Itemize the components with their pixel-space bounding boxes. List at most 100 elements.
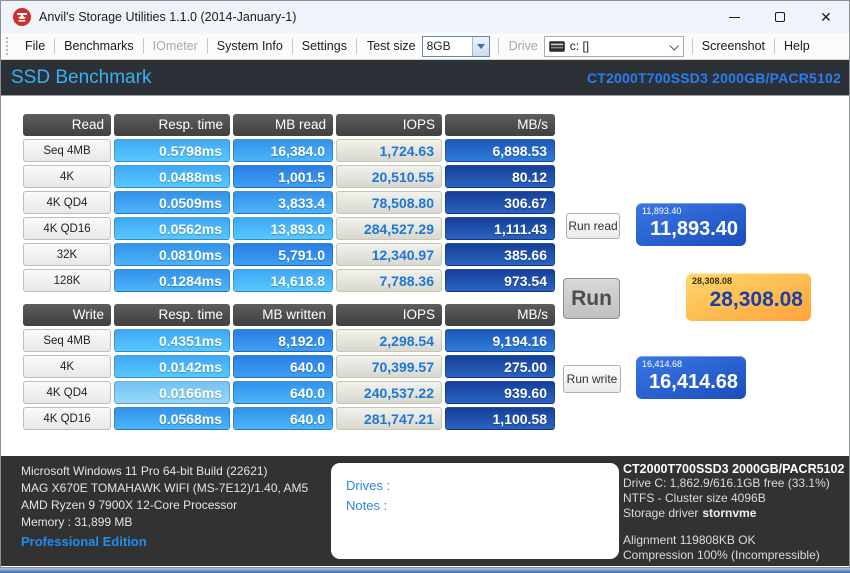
close-button[interactable]: ✕ xyxy=(803,1,849,33)
row-label-cell: 4K QD16 xyxy=(23,407,111,430)
window-title: Anvil's Storage Utilities 1.1.0 (2014-Ja… xyxy=(39,10,296,24)
mb-cell: 13,893.0 xyxy=(233,217,333,240)
resp-time-cell: 0.0509ms xyxy=(114,191,230,214)
mbs-cell: 306.67 xyxy=(445,191,555,214)
column-header: Write xyxy=(23,304,111,326)
chevron-down-icon xyxy=(477,44,485,49)
column-header: IOPS xyxy=(336,304,442,326)
device-info-title: CT2000T700SSD3 2000GB/PACR5102 xyxy=(623,462,847,476)
resp-time-cell: 0.1284ms xyxy=(114,269,230,292)
mb-cell: 640.0 xyxy=(233,355,333,378)
iops-cell: 7,788.36 xyxy=(336,269,442,292)
benchmark-row: Seq 4MB0.4351ms8,192.02,298.549,194.16 xyxy=(23,329,555,352)
drive-capacity-line: Drive C: 1,862.9/616.1GB free (33.1%) xyxy=(623,476,847,491)
taskbar-sliver xyxy=(0,568,850,573)
menu-bar: File Benchmarks IOmeter System Info Sett… xyxy=(1,33,849,60)
system-info-block: Microsoft Windows 11 Pro 64-bit Build (2… xyxy=(21,463,308,531)
benchmark-row: 128K0.1284ms14,618.87,788.36973.54 xyxy=(23,269,555,292)
benchmark-row: 4K QD40.0166ms640.0240,537.22939.60 xyxy=(23,381,555,404)
iops-cell: 284,527.29 xyxy=(336,217,442,240)
iops-cell: 1,724.63 xyxy=(336,139,442,162)
benchmark-header: SSD Benchmark CT2000T700SSD3 2000GB/PACR… xyxy=(1,60,849,96)
write-score-small: 16,414.68 xyxy=(642,359,738,370)
iops-cell: 281,747.21 xyxy=(336,407,442,430)
page-title: SSD Benchmark xyxy=(11,67,151,89)
column-header: MB written xyxy=(233,304,333,326)
device-name: CT2000T700SSD3 2000GB/PACR5102 xyxy=(587,70,841,86)
storage-driver-line: Storage driver stornvme xyxy=(623,506,847,521)
menu-system-info[interactable]: System Info xyxy=(208,33,292,59)
mb-cell: 5,791.0 xyxy=(233,243,333,266)
run-write-button[interactable]: Run write xyxy=(563,365,621,393)
mb-cell: 640.0 xyxy=(233,381,333,404)
mbs-cell: 275.00 xyxy=(445,355,555,378)
drive-combobox[interactable]: c: [] xyxy=(544,36,684,57)
menu-screenshot[interactable]: Screenshot xyxy=(693,33,774,59)
menu-benchmarks[interactable]: Benchmarks xyxy=(55,33,142,59)
info-line: MAG X670E TOMAHAWK WIFI (MS-7E12)/1.40, … xyxy=(21,480,308,497)
alignment-line: Alignment 119808KB OK xyxy=(623,533,847,548)
test-size-label: Test size xyxy=(357,39,422,53)
column-header: Resp. time xyxy=(114,114,230,136)
drive-value: c: [] xyxy=(565,39,670,53)
benchmark-row: 4K QD40.0509ms3,833.478,508.80306.67 xyxy=(23,191,555,214)
row-label-cell: 128K xyxy=(23,269,111,292)
resp-time-cell: 0.0562ms xyxy=(114,217,230,240)
toolbar-gripper xyxy=(6,37,10,55)
mbs-cell: 1,111.43 xyxy=(445,217,555,240)
test-size-combobox[interactable]: 8GB xyxy=(422,36,490,57)
read-results-table: ReadResp. timeMB readIOPSMB/s Seq 4MB0.57… xyxy=(23,114,555,295)
iops-cell: 70,399.57 xyxy=(336,355,442,378)
column-header: MB/s xyxy=(445,114,555,136)
mbs-cell: 6,898.53 xyxy=(445,139,555,162)
drive-label: Drive xyxy=(499,39,544,53)
benchmark-row: Seq 4MB0.5798ms16,384.01,724.636,898.53 xyxy=(23,139,555,162)
run-read-button[interactable]: Run read xyxy=(566,213,620,239)
test-size-value: 8GB xyxy=(423,39,472,53)
storage-driver-label: Storage driver xyxy=(623,506,698,520)
mb-cell: 14,618.8 xyxy=(233,269,333,292)
menu-settings[interactable]: Settings xyxy=(293,33,356,59)
benchmark-row: 4K0.0142ms640.070,399.57275.00 xyxy=(23,355,555,378)
column-header: Resp. time xyxy=(114,304,230,326)
mbs-cell: 385.66 xyxy=(445,243,555,266)
row-label-cell: 4K xyxy=(23,355,111,378)
resp-time-cell: 0.5798ms xyxy=(114,139,230,162)
benchmark-row: 4K QD160.0568ms640.0281,747.211,100.58 xyxy=(23,407,555,430)
dropdown-button[interactable] xyxy=(472,37,489,56)
mb-cell: 1,001.5 xyxy=(233,165,333,188)
table-header-row: WriteResp. timeMB writtenIOPSMB/s xyxy=(23,304,555,326)
menu-file[interactable]: File xyxy=(16,33,54,59)
benchmark-row: 4K0.0488ms1,001.520,510.5580.12 xyxy=(23,165,555,188)
mb-cell: 16,384.0 xyxy=(233,139,333,162)
mbs-cell: 80.12 xyxy=(445,165,555,188)
write-score-value: 16,414.68 xyxy=(642,371,738,394)
total-score-value: 28,308.08 xyxy=(692,288,803,312)
app-icon[interactable] xyxy=(13,8,31,26)
info-line: Memory : 31,899 MB xyxy=(21,514,308,531)
row-label-cell: 4K QD4 xyxy=(23,381,111,404)
device-info-block: CT2000T700SSD3 2000GB/PACR5102 Drive C: … xyxy=(623,462,847,563)
storage-driver-value: stornvme xyxy=(702,506,756,520)
iops-cell: 240,537.22 xyxy=(336,381,442,404)
resp-time-cell: 0.0166ms xyxy=(114,381,230,404)
drive-icon xyxy=(549,41,565,52)
maximize-icon xyxy=(775,12,785,22)
maximize-button[interactable] xyxy=(757,1,803,33)
info-line: Microsoft Windows 11 Pro 64-bit Build (2… xyxy=(21,463,308,480)
table-header-row: ReadResp. timeMB readIOPSMB/s xyxy=(23,114,555,136)
row-label-cell: 4K xyxy=(23,165,111,188)
anvil-icon xyxy=(16,12,28,23)
minimize-button[interactable] xyxy=(711,1,757,33)
app-window: Anvil's Storage Utilities 1.1.0 (2014-Ja… xyxy=(0,0,850,568)
write-score-box: 16,414.68 16,414.68 xyxy=(636,356,746,399)
row-label-cell: 32K xyxy=(23,243,111,266)
run-button[interactable]: Run xyxy=(563,278,620,319)
menu-help[interactable]: Help xyxy=(775,33,819,59)
total-score-box: 28,308.08 28,308.08 xyxy=(686,273,811,321)
iops-cell: 20,510.55 xyxy=(336,165,442,188)
menu-iometer: IOmeter xyxy=(144,33,207,59)
drives-notes-box: Drives : Notes : xyxy=(331,463,619,559)
resp-time-cell: 0.0142ms xyxy=(114,355,230,378)
filesystem-line: NTFS - Cluster size 4096B xyxy=(623,491,847,506)
